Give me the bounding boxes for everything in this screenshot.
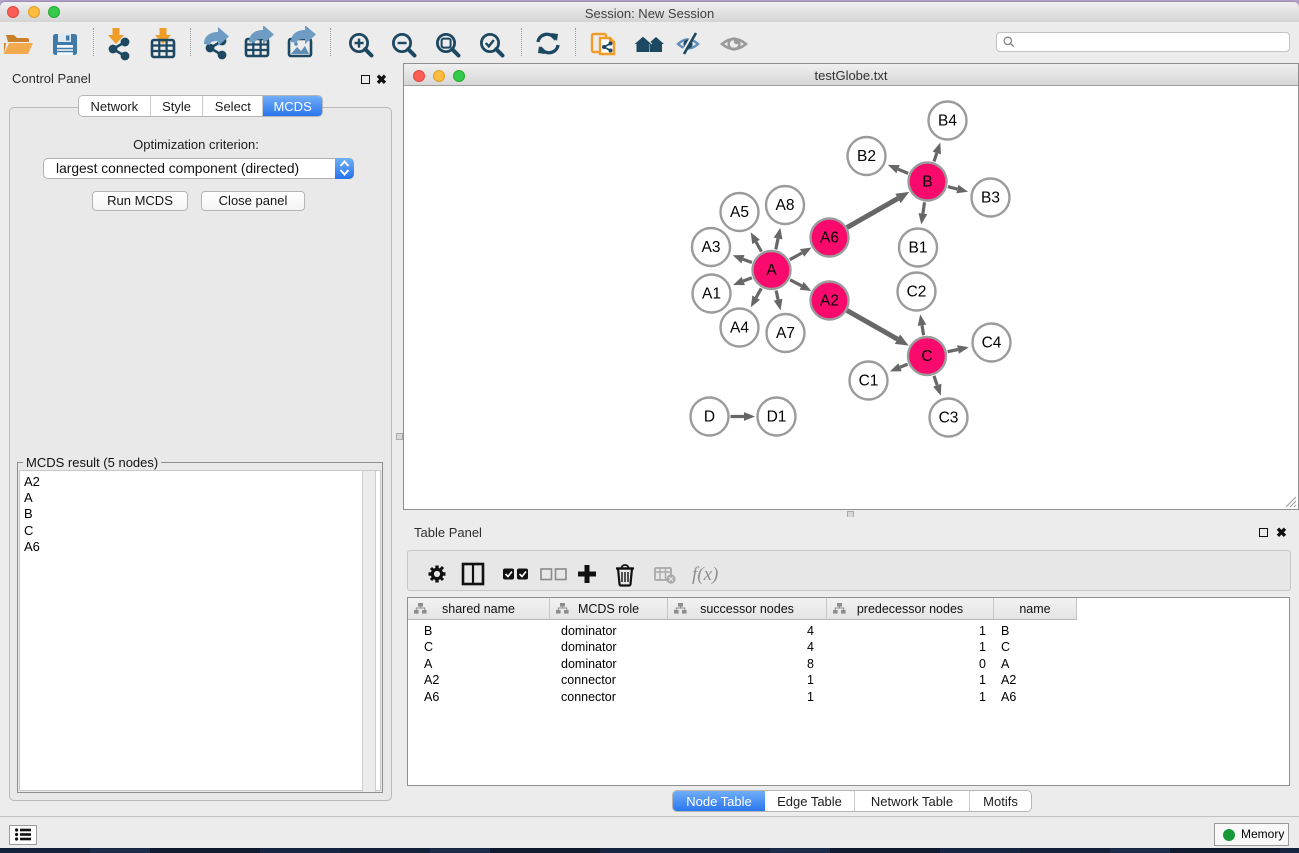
svg-text:A2: A2 (820, 293, 839, 310)
svg-text:C1: C1 (859, 373, 879, 390)
svg-text:A4: A4 (730, 320, 749, 337)
svg-text:A6: A6 (820, 230, 839, 247)
svg-text:A: A (766, 262, 777, 279)
svg-text:C4: C4 (982, 335, 1002, 352)
svg-text:B3: B3 (981, 190, 1000, 207)
svg-text:B: B (922, 174, 932, 191)
svg-text:A1: A1 (702, 286, 721, 303)
svg-text:A7: A7 (776, 325, 795, 342)
svg-text:A5: A5 (730, 204, 749, 221)
svg-text:A3: A3 (702, 239, 721, 256)
svg-text:B1: B1 (909, 240, 928, 257)
svg-text:B2: B2 (857, 148, 876, 165)
svg-text:B4: B4 (938, 113, 957, 130)
svg-text:f(x): f(x) (692, 564, 718, 585)
svg-text:D1: D1 (767, 409, 787, 426)
svg-text:C: C (921, 348, 932, 365)
svg-text:C2: C2 (907, 284, 927, 301)
svg-text:C3: C3 (939, 410, 959, 427)
svg-text:A8: A8 (776, 197, 795, 214)
svg-text:D: D (704, 409, 715, 426)
